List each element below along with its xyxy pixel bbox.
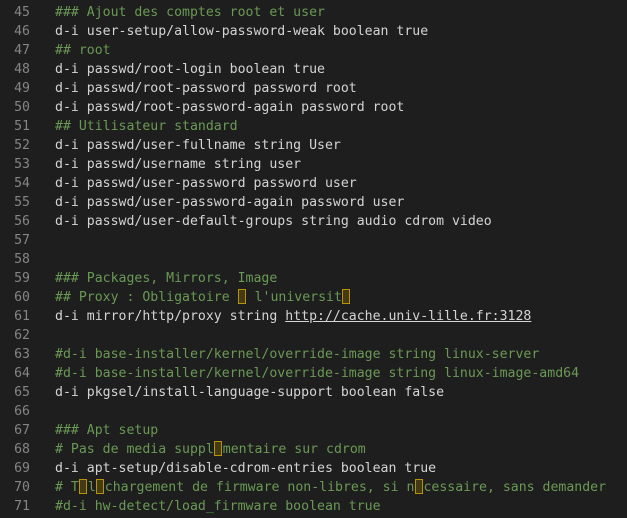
- line-content: # Pas de media suppl mentaire sur cdrom: [55, 440, 366, 459]
- code-line[interactable]: 49 d-i passwd/root-password password root: [0, 79, 627, 98]
- line-content: d-i passwd/user-password password user: [55, 176, 357, 191]
- code-line[interactable]: 48 d-i passwd/root-login boolean true: [0, 60, 627, 79]
- code-line[interactable]: 58: [0, 250, 627, 269]
- code-line[interactable]: 70 # T l chargement de firmware non-libres,…: [0, 478, 627, 497]
- code-line[interactable]: 53 d-i passwd/username string user: [0, 155, 627, 174]
- code-editor[interactable]: 45 ### Ajout des comptes root et user 46 d-…: [0, 0, 627, 518]
- line-content: ## Utilisateur standard: [55, 119, 238, 134]
- line-number: 59: [14, 271, 30, 286]
- line-content: d-i passwd/user-default-groups string au…: [55, 214, 492, 229]
- line-number: 60: [14, 290, 30, 305]
- line-content: # T l chargement de firmware non-libres, s…: [55, 478, 606, 497]
- code-line[interactable]: 56 d-i passwd/user-default-groups string …: [0, 212, 627, 231]
- code-line[interactable]: 59 ### Packages, Mirrors, Image: [0, 269, 627, 288]
- invalid-character-highlight: [238, 289, 247, 304]
- line-number: 53: [14, 157, 30, 172]
- code-line[interactable]: 64 #d-i base-installer/kernel/override-im…: [0, 364, 627, 383]
- comment-text: chargement de firmware non-libres, si n: [104, 480, 415, 495]
- line-number: 66: [14, 404, 30, 419]
- line-number: 65: [14, 385, 30, 400]
- line-content: d-i apt-setup/disable-cdrom-entries bool…: [55, 461, 437, 476]
- line-number: 52: [14, 138, 30, 153]
- line-content: d-i passwd/root-login boolean true: [55, 62, 325, 77]
- line-number: 64: [14, 366, 30, 381]
- code-line[interactable]: 47 ## root: [0, 41, 627, 60]
- invalid-character-highlight: [96, 479, 105, 494]
- code-line[interactable]: 55 d-i passwd/user-password-again passwor…: [0, 193, 627, 212]
- comment-text: cessaire, sans demander: [423, 480, 607, 495]
- line-content: #d-i base-installer/kernel/override-imag…: [55, 366, 580, 381]
- line-content: #d-i base-installer/kernel/override-imag…: [55, 347, 540, 362]
- comment-text: # T: [55, 480, 79, 495]
- code-line[interactable]: 51 ## Utilisateur standard: [0, 117, 627, 136]
- code-line[interactable]: 50 d-i passwd/root-password-again passwor…: [0, 98, 627, 117]
- line-number: 70: [14, 480, 30, 495]
- line-number: 45: [14, 5, 30, 20]
- code-line[interactable]: 63 #d-i base-installer/kernel/override-im…: [0, 345, 627, 364]
- line-number: 54: [14, 176, 30, 191]
- invalid-character-highlight: [342, 289, 351, 304]
- line-number: 46: [14, 24, 30, 39]
- line-content: d-i passwd/username string user: [55, 157, 302, 172]
- code-line[interactable]: 54 d-i passwd/user-password password user: [0, 174, 627, 193]
- code-line[interactable]: 61 d-i mirror/http/proxy string http://ca…: [0, 307, 627, 326]
- code-line[interactable]: 67 ### Apt setup: [0, 421, 627, 440]
- invalid-character-highlight: [214, 441, 223, 456]
- code-line[interactable]: 45 ### Ajout des comptes root et user: [0, 3, 627, 22]
- line-number: 69: [14, 461, 30, 476]
- line-number: 67: [14, 423, 30, 438]
- line-content: #d-i hw-detect/load_firmware boolean tru…: [55, 499, 381, 514]
- code-line[interactable]: 71 #d-i hw-detect/load_firmware boolean t…: [0, 497, 627, 516]
- comment-text: # Pas de media suppl: [55, 442, 214, 457]
- line-number: 50: [14, 100, 30, 115]
- code-line[interactable]: 68 # Pas de media suppl mentaire sur cdrom: [0, 440, 627, 459]
- line-number: 47: [14, 43, 30, 58]
- line-content: ### Ajout des comptes root et user: [55, 5, 325, 20]
- line-number: 61: [14, 309, 30, 324]
- line-number: 48: [14, 62, 30, 77]
- line-content: ### Packages, Mirrors, Image: [55, 271, 278, 286]
- line-number: 49: [14, 81, 30, 96]
- proxy-url-link[interactable]: http://cache.univ-lille.fr:3128: [285, 309, 531, 324]
- line-number: 58: [14, 252, 30, 267]
- line-number: 62: [14, 328, 30, 343]
- comment-text: mentaire sur cdrom: [222, 442, 366, 457]
- line-content: d-i user-setup/allow-password-weak boole…: [55, 24, 429, 39]
- code-line[interactable]: 66: [0, 402, 627, 421]
- code-line[interactable]: 69 d-i apt-setup/disable-cdrom-entries bo…: [0, 459, 627, 478]
- code-line[interactable]: 62: [0, 326, 627, 345]
- line-number: 51: [14, 119, 30, 134]
- line-number: 55: [14, 195, 30, 210]
- invalid-character-highlight: [79, 479, 88, 494]
- comment-text: ## Proxy : Obligatoire: [55, 290, 238, 305]
- code-line[interactable]: 52 d-i passwd/user-fullname string User: [0, 136, 627, 155]
- comment-text: l'universit: [246, 290, 342, 305]
- line-content: d-i mirror/http/proxy string http://cach…: [55, 307, 531, 326]
- line-content: d-i passwd/user-password-again password …: [55, 195, 405, 210]
- comment-text: l: [87, 480, 96, 495]
- line-content: d-i pkgsel/install-language-support bool…: [55, 385, 445, 400]
- code-line[interactable]: 60 ## Proxy : Obligatoire l'universit: [0, 288, 627, 307]
- line-content: ### Apt setup: [55, 423, 159, 438]
- line-content: d-i passwd/user-fullname string User: [55, 138, 341, 153]
- line-number: 68: [14, 442, 30, 457]
- line-number: 56: [14, 214, 30, 229]
- line-content: d-i passwd/root-password password root: [55, 81, 357, 96]
- code-line[interactable]: 65 d-i pkgsel/install-language-support bo…: [0, 383, 627, 402]
- line-number: 71: [14, 499, 30, 514]
- line-content: d-i passwd/root-password-again password …: [55, 100, 405, 115]
- code-text: d-i mirror/http/proxy string: [55, 309, 286, 324]
- line-number: 57: [14, 233, 30, 248]
- code-line[interactable]: 57: [0, 231, 627, 250]
- code-line[interactable]: 46 d-i user-setup/allow-password-weak boo…: [0, 22, 627, 41]
- line-content: ## root: [55, 43, 111, 58]
- invalid-character-highlight: [414, 479, 423, 494]
- line-number: 63: [14, 347, 30, 362]
- line-content: ## Proxy : Obligatoire l'universit: [55, 288, 351, 307]
